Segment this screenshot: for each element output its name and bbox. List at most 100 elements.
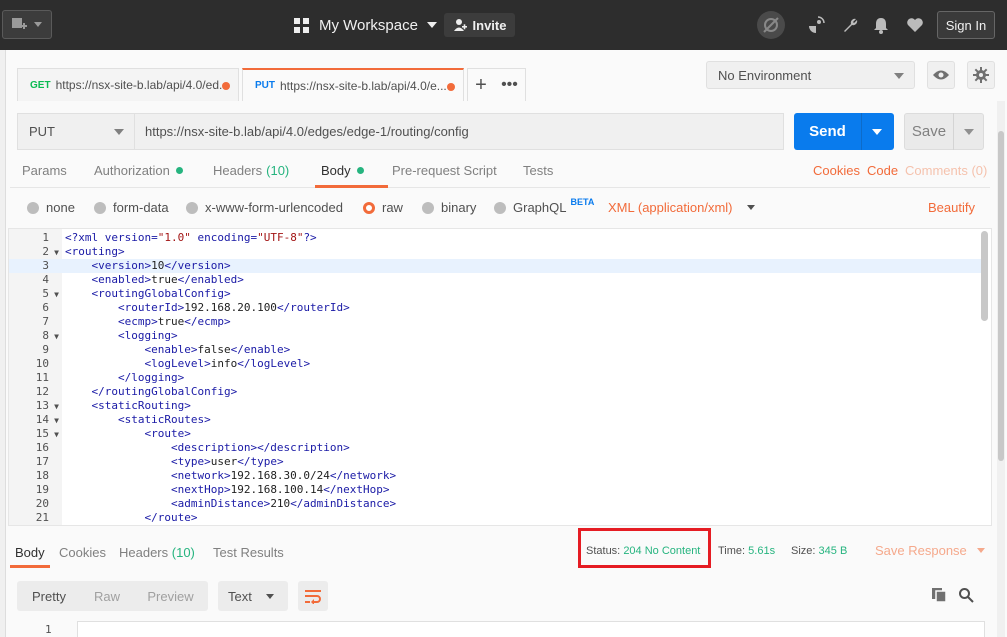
code-line[interactable]: 4 <enabled>true</enabled> (9, 273, 982, 287)
code-line[interactable]: 3 <version>10</version> (9, 259, 982, 273)
tab-tests[interactable]: Tests (523, 163, 553, 178)
response-type-select[interactable]: Text (218, 581, 288, 611)
radio-none[interactable]: none (27, 200, 75, 215)
code-line[interactable]: 16 <description></description> (9, 441, 982, 455)
code-line[interactable]: 6 <routerId>192.168.20.100</routerId> (9, 301, 982, 315)
radio-graphql[interactable]: GraphQL BETA (494, 197, 594, 215)
fold-toggle-icon[interactable]: ▼ (49, 246, 64, 260)
beautify-link[interactable]: Beautify (928, 200, 975, 215)
request-sub-tabs: Params Authorization Headers (10) Body Pr… (10, 160, 990, 188)
tab-label: Params (22, 163, 67, 178)
search-icon[interactable] (958, 587, 976, 605)
response-content-area[interactable] (77, 621, 985, 637)
manage-environments-button[interactable] (967, 61, 995, 89)
format-raw[interactable]: Raw (81, 581, 133, 611)
tab-response-body[interactable]: Body (15, 545, 45, 560)
code-line[interactable]: 19 <nextHop>192.168.100.14</nextHop> (9, 483, 982, 497)
method-select[interactable]: PUT (17, 113, 134, 150)
new-button[interactable] (2, 10, 52, 39)
code-line[interactable]: 2 ▼ <routing> (9, 245, 982, 259)
code-line[interactable]: 5 ▼ <routingGlobalConfig> (9, 287, 982, 301)
fold-toggle-icon[interactable]: ▼ (49, 414, 64, 428)
radio-form-data[interactable]: form-data (94, 200, 169, 215)
heart-icon[interactable] (903, 13, 927, 37)
fold-toggle-icon[interactable]: ▼ (49, 288, 64, 302)
fold-toggle-icon[interactable]: ▼ (49, 428, 64, 442)
chevron-down-icon (34, 22, 42, 27)
tab-put-request[interactable]: PUT https://nsx-site-b.lab/api/4.0/e... (242, 68, 464, 101)
sync-status-button[interactable] (757, 11, 785, 39)
send-label: Send (809, 123, 846, 140)
radio-urlencoded[interactable]: x-www-form-urlencoded (186, 200, 343, 215)
comments-link[interactable]: Comments (0) (905, 163, 987, 178)
code-line[interactable]: 12 </routingGlobalConfig> (9, 385, 982, 399)
more-icon[interactable]: ••• (501, 76, 518, 94)
workspace-selector[interactable]: My Workspace (294, 14, 437, 36)
tab-body[interactable]: Body (321, 163, 364, 178)
radio-label: binary (441, 200, 477, 215)
code-text: <type>user</type> (170, 455, 284, 468)
code-line[interactable]: 10 <logLevel>info</logLevel> (9, 357, 982, 371)
line-number: 6 (42, 301, 49, 314)
tab-authorization[interactable]: Authorization (94, 163, 183, 178)
tab-test-results[interactable]: Test Results (213, 545, 284, 560)
radio-binary[interactable]: binary (422, 200, 476, 215)
page-scrollbar[interactable] (997, 101, 1005, 637)
format-preview[interactable]: Preview (133, 581, 208, 611)
method-value: PUT (29, 124, 55, 139)
line-number: 5 (42, 287, 49, 300)
code-line[interactable]: 9 <enable>false</enable> (9, 343, 982, 357)
radio-icon (422, 201, 434, 214)
scrollbar-thumb[interactable] (998, 131, 1004, 461)
invite-button[interactable]: Invite (444, 13, 515, 37)
code-line[interactable]: 22 <route> (9, 525, 982, 526)
radio-selected-icon (363, 201, 375, 214)
tab-response-cookies[interactable]: Cookies (59, 545, 106, 560)
format-pretty[interactable]: Pretty (17, 581, 81, 611)
send-button[interactable]: Send (794, 113, 894, 150)
fold-toggle-icon[interactable]: ▼ (49, 330, 64, 344)
satellite-icon[interactable] (804, 13, 828, 37)
radio-raw[interactable]: raw (363, 200, 403, 215)
code-line[interactable]: 15 ▼ <route> (9, 427, 982, 441)
code-line[interactable]: 1 <?xml version="1.0" encoding="UTF-8"?> (9, 231, 982, 245)
cookies-link[interactable]: Cookies (813, 163, 860, 178)
code-line[interactable]: 14 ▼ <staticRoutes> (9, 413, 982, 427)
tab-pre-request-script[interactable]: Pre-request Script (392, 163, 497, 178)
code-line[interactable]: 17 <type>user</type> (9, 455, 982, 469)
code-line[interactable]: 18 <network>192.168.30.0/24</network> (9, 469, 982, 483)
environment-quick-look-button[interactable] (927, 61, 955, 89)
url-input[interactable]: https://nsx-site-b.lab/api/4.0/edges/edg… (134, 113, 784, 150)
response-body-viewer[interactable]: 1 (17, 621, 985, 637)
save-button[interactable]: Save (904, 113, 984, 150)
environment-select[interactable]: No Environment (706, 61, 915, 89)
code-text: <network>192.168.30.0/24</network> (170, 469, 397, 482)
code-line[interactable]: 21 </route> (9, 511, 982, 525)
code-link[interactable]: Code (867, 163, 898, 178)
tab-label: Authorization (94, 163, 170, 178)
wrap-lines-button[interactable] (298, 581, 328, 611)
save-response-button[interactable]: Save Response (875, 543, 985, 558)
chevron-down-icon[interactable] (964, 128, 974, 135)
chevron-down-icon[interactable] (872, 128, 882, 135)
bell-icon[interactable] (869, 13, 893, 37)
code-line[interactable]: 20 <adminDistance>210</adminDistance> (9, 497, 982, 511)
content-type-select[interactable]: XML (application/xml) (608, 200, 755, 215)
fold-toggle-icon[interactable]: ▼ (49, 400, 64, 414)
add-tab-icon[interactable]: + (475, 74, 487, 97)
tab-method: GET (30, 79, 51, 91)
copy-icon[interactable] (931, 587, 949, 605)
code-line[interactable]: 13 ▼ <staticRouting> (9, 399, 982, 413)
tab-get-request[interactable]: GET https://nsx-site-b.lab/api/4.0/ed... (17, 68, 239, 101)
code-line[interactable]: 11 </logging> (9, 371, 982, 385)
tab-response-headers[interactable]: Headers (10) (119, 545, 195, 560)
tab-params[interactable]: Params (22, 163, 67, 178)
code-text: <adminDistance>210</adminDistance> (170, 497, 397, 510)
wrench-icon[interactable] (838, 13, 862, 37)
tab-headers[interactable]: Headers (10) (213, 163, 289, 178)
code-line[interactable]: 7 <ecmp>true</ecmp> (9, 315, 982, 329)
editor-scrollbar[interactable] (981, 231, 988, 321)
request-body-editor[interactable]: 1 <?xml version="1.0" encoding="UTF-8"?> 2… (8, 228, 992, 526)
sign-in-button[interactable]: Sign In (937, 11, 995, 39)
code-line[interactable]: 8 ▼ <logging> (9, 329, 982, 343)
